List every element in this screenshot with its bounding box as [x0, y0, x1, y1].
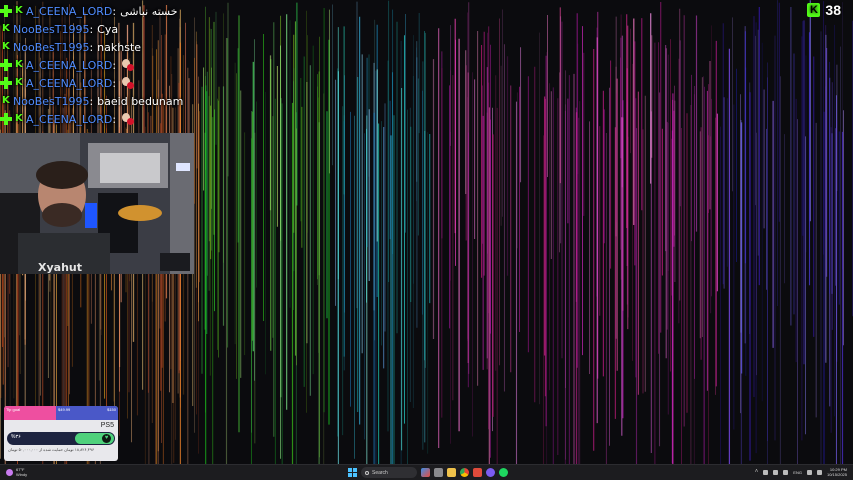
kick-badge-icon: K	[15, 113, 23, 124]
clock[interactable]: 10:29 PM 10/15/2025	[827, 467, 847, 477]
copilot-icon[interactable]	[421, 468, 430, 477]
emote-icon	[120, 58, 135, 72]
chat-colon: :	[112, 76, 117, 90]
chat-colon: :	[112, 112, 117, 126]
search-icon	[365, 470, 369, 475]
webcam-feed: Xyahut	[0, 133, 194, 274]
system-tray: ˄ ENG 10:29 PM 10/15/2025	[755, 467, 847, 477]
network-icon[interactable]	[806, 469, 812, 475]
chat-text: Cya	[97, 22, 119, 36]
chat-username[interactable]: A_CEENA_LORD	[26, 77, 112, 90]
chat-colon: :	[89, 22, 94, 36]
kick-badge-icon: K	[2, 95, 10, 106]
chat-text: baeid bedunam	[97, 94, 184, 108]
clock-date: 10/15/2025	[826, 472, 847, 477]
kick-logo-icon: K	[807, 3, 821, 17]
app-purple-icon[interactable]	[486, 468, 495, 477]
kick-badge-icon: K	[15, 5, 23, 16]
chat-colon: :	[89, 94, 94, 108]
goal-right-amount: $150	[107, 407, 116, 412]
taskbar-center: Search	[348, 467, 508, 478]
plus-badge-icon	[0, 77, 12, 89]
chat-username[interactable]: A_CEENA_LORD	[26, 59, 112, 72]
weather-widget[interactable]: 67°F Windy	[6, 467, 27, 477]
weather-icon	[6, 468, 13, 476]
goal-title: PS5	[100, 422, 114, 429]
chat-text: خسته نباشی	[120, 4, 178, 18]
taskbar-search[interactable]: Search	[361, 467, 417, 478]
chevron-up-icon[interactable]: ˄	[755, 469, 759, 475]
weather-desc: Windy	[16, 472, 28, 477]
svg-text:Xyahut: Xyahut	[38, 261, 82, 274]
chat-colon: :	[112, 4, 117, 18]
plus-badge-icon	[0, 59, 12, 71]
chat-username[interactable]: NooBesT1995	[13, 23, 89, 36]
goal-amount-segment: $49.99 $150	[56, 406, 118, 420]
viewer-count-value: 38	[825, 2, 841, 18]
plus-badge-icon	[0, 113, 12, 125]
chat-colon: :	[89, 40, 94, 54]
goal-tip-segment: Tip goal	[4, 406, 56, 420]
chat-text: nakhste	[97, 40, 142, 54]
chat-username[interactable]: A_CEENA_LORD	[26, 113, 112, 126]
chat-message: K NooBesT1995: nakhste	[0, 38, 200, 56]
chat-message: K NooBesT1995: Cya	[0, 20, 200, 38]
file-explorer-icon[interactable]	[447, 468, 456, 477]
app-red-icon[interactable]	[473, 468, 482, 477]
viewer-count: K 38	[807, 2, 841, 18]
kick-badge-icon: K	[15, 59, 23, 70]
tray-app-icon[interactable]	[763, 469, 769, 475]
task-view-icon[interactable]	[434, 468, 443, 477]
plus-badge-icon	[0, 5, 12, 17]
goal-percent: %۳۶	[11, 434, 21, 440]
chrome-icon[interactable]	[460, 468, 469, 477]
chat-message: K A_CEENA_LORD: خسته نباشی	[0, 2, 200, 20]
tray-app-icon[interactable]	[783, 469, 789, 475]
goal-tip-label: Tip goal	[6, 407, 21, 412]
chat-username[interactable]: NooBesT1995	[13, 95, 89, 108]
language-indicator[interactable]: ENG	[793, 470, 802, 475]
kick-badge-icon: K	[2, 41, 10, 52]
chat-message: K NooBesT1995: baeid bedunam	[0, 92, 200, 110]
chat-overlay: K A_CEENA_LORD: خسته نباشی K NooBesT1995: Cya…	[0, 2, 200, 128]
chat-message: K A_CEENA_LORD:	[0, 110, 200, 128]
goal-header-bar: Tip goal $49.99 $150	[4, 406, 118, 420]
windows-start-icon[interactable]	[348, 468, 357, 477]
chat-colon: :	[112, 58, 117, 72]
search-placeholder: Search	[372, 469, 388, 476]
volume-icon[interactable]	[816, 469, 822, 475]
emote-icon	[120, 112, 135, 126]
donation-goal-widget: Tip goal $49.99 $150 PS5 %۳۶ ♥ ۱۸,۸۲۶,۳۹…	[4, 406, 118, 461]
spotify-icon[interactable]	[499, 468, 508, 477]
kick-badge-icon: K	[2, 23, 10, 34]
goal-progress-bar: %۳۶ ♥	[7, 432, 115, 445]
kick-badge-icon: K	[15, 77, 23, 88]
goal-footer-text: ۱۸,۸۲۶,۳۹۶ تومان حمایت شده از ۵۰,۰۰۰,۰۰۰…	[8, 447, 95, 452]
chat-message: K A_CEENA_LORD:	[0, 74, 200, 92]
chat-message: K A_CEENA_LORD:	[0, 56, 200, 74]
windows-taskbar: 67°F Windy Search ˄ ENG 10:29 PM 10/15/2…	[0, 464, 853, 480]
chat-username[interactable]: NooBesT1995	[13, 41, 89, 54]
goal-left-amount: $49.99	[58, 407, 71, 412]
tray-app-icon[interactable]	[773, 469, 779, 475]
emote-icon	[120, 76, 135, 90]
chat-username[interactable]: A_CEENA_LORD	[26, 5, 112, 18]
heart-icon: ♥	[102, 434, 111, 443]
